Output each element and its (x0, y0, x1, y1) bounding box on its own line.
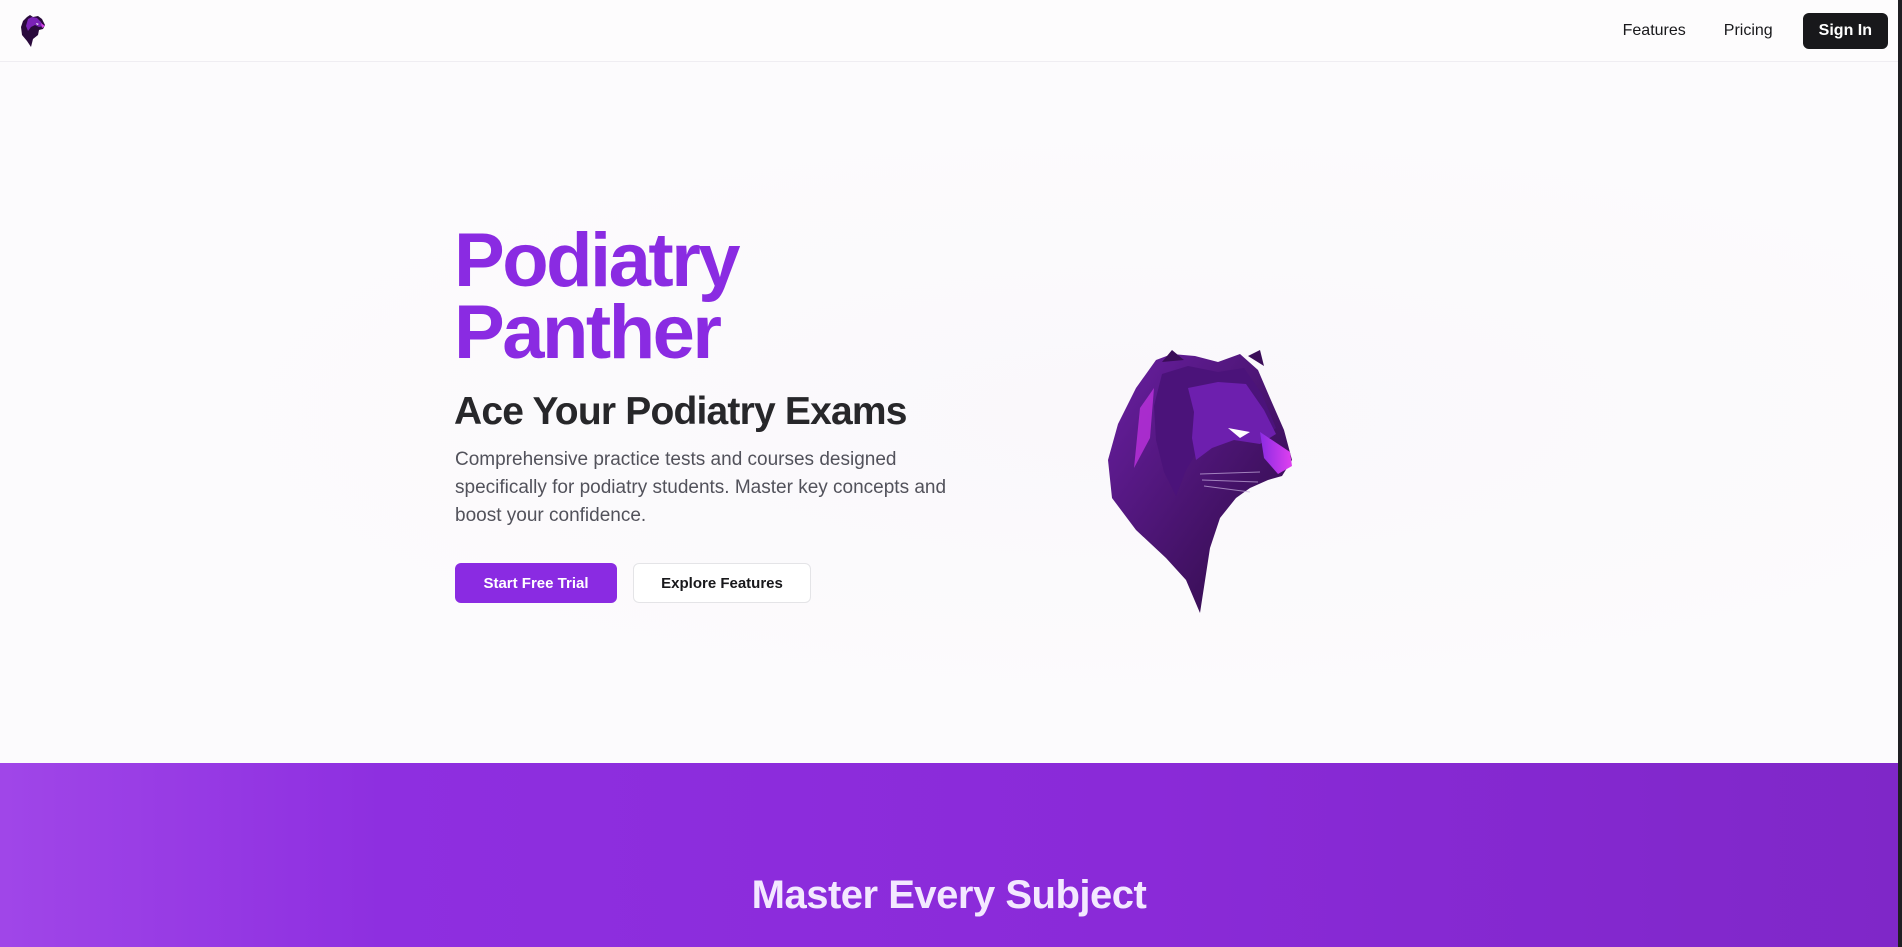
section-title: Master Every Subject (751, 873, 1147, 917)
top-navbar: Features Pricing Sign In (0, 0, 1902, 62)
hero-subtitle: Ace Your Podiatry Exams (454, 390, 907, 433)
subjects-section: Master Every Subject (0, 763, 1898, 947)
hero-title-line-1: Podiatry (454, 218, 741, 303)
panther-logo-icon[interactable] (20, 14, 46, 48)
window-edge (1898, 0, 1902, 947)
hero-title-line-2: Panther (454, 290, 722, 375)
hero-section: Podiatry Panther Ace Your Podiatry Exams… (0, 63, 1902, 763)
panther-head-icon (1100, 348, 1320, 613)
explore-features-button[interactable]: Explore Features (633, 563, 811, 603)
sign-in-button[interactable]: Sign In (1802, 12, 1888, 49)
nav-links: Features Pricing Sign In (1607, 12, 1888, 50)
start-free-trial-button[interactable]: Start Free Trial (455, 563, 617, 603)
hero-title: Podiatry Panther (454, 218, 741, 375)
nav-link-pricing[interactable]: Pricing (1708, 12, 1789, 50)
nav-link-features[interactable]: Features (1607, 12, 1702, 50)
hero-description: Comprehensive practice tests and courses… (455, 449, 947, 526)
